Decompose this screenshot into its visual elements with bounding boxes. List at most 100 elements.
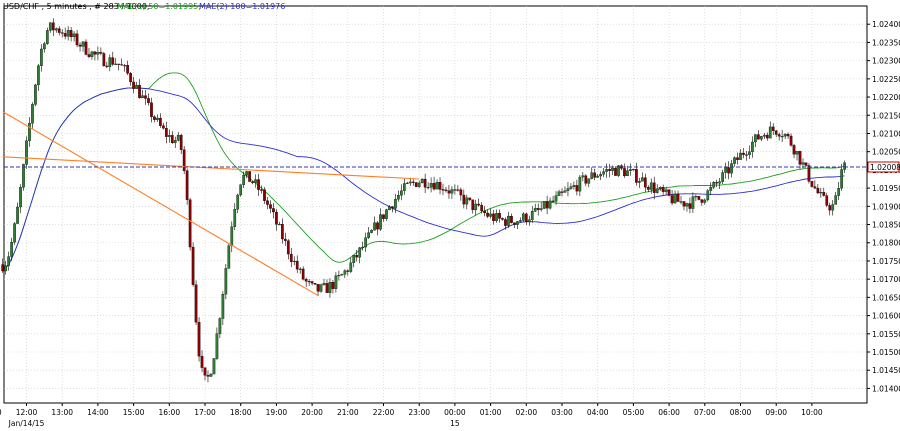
candle-body (572, 185, 576, 187)
candle-body (745, 154, 748, 156)
candle-body (376, 222, 379, 230)
candle-body (69, 30, 73, 38)
candle-body (676, 193, 680, 202)
candle-body (43, 43, 46, 50)
candle-body (435, 182, 439, 190)
candle-body (527, 219, 531, 223)
candle-body (278, 224, 281, 226)
y-tick-label: 1.01450 (872, 366, 900, 375)
candle-body (364, 237, 368, 248)
candle-body (200, 356, 204, 368)
candle-body (84, 41, 88, 55)
candle-body (801, 162, 805, 165)
candle-body (159, 117, 162, 126)
candle-body (736, 157, 739, 160)
candle-body (263, 189, 266, 201)
candle-body (706, 190, 710, 201)
candle-body (379, 214, 382, 230)
candle-body (114, 63, 118, 65)
candle-body (307, 281, 311, 283)
y-tick-label: 1.01700 (872, 275, 900, 284)
candle-body (471, 199, 475, 211)
candle-body (813, 186, 817, 189)
candle-body (691, 196, 695, 209)
candle-body (161, 125, 165, 129)
candle-body (343, 270, 347, 275)
candle-body (233, 209, 237, 227)
candle-body (81, 41, 85, 47)
candle-body (156, 117, 159, 120)
candle-body (536, 208, 540, 210)
candle-body (557, 191, 561, 196)
chart-header: USD/CHF , 5 minutes , # 283 / 1000, MAE(… (3, 2, 285, 11)
candle-body (310, 281, 314, 284)
candle-body (724, 167, 727, 173)
candle-body (754, 134, 757, 143)
candle-body (697, 196, 701, 200)
candle-body (789, 135, 793, 146)
candle-body (245, 171, 248, 176)
candle-body (408, 181, 412, 184)
candle-body (313, 283, 317, 285)
x-date-label: Jan/14/15 (8, 419, 45, 428)
candle-body (45, 30, 49, 44)
candle-body (352, 255, 356, 263)
candle-body (774, 130, 778, 135)
candle-body (197, 322, 201, 357)
candle-body (658, 187, 662, 189)
candle-body (176, 134, 180, 141)
candle-body (465, 197, 469, 205)
candle-body (164, 128, 168, 137)
candle-body (212, 358, 216, 375)
candle-body (266, 200, 269, 205)
candle-body (581, 175, 585, 178)
candle-body (635, 169, 638, 183)
y-tick-label: 1.01750 (872, 257, 900, 266)
y-tick-label: 1.02300 (872, 57, 900, 66)
candle-body (1, 264, 5, 272)
x-tick-label: 11:00 (0, 408, 2, 417)
candle-body (551, 200, 555, 202)
candle-body (533, 208, 537, 212)
candle-body (816, 187, 820, 194)
y-tick-label: 1.02050 (872, 148, 900, 157)
candle-body (661, 187, 665, 192)
candle-body (87, 54, 91, 57)
candle-body (34, 84, 37, 105)
candle-body (566, 188, 570, 191)
candle-body (513, 222, 516, 225)
price-chart[interactable]: 1.02400 1.02350 1.02300 1.02250 1.02200 1.021… (0, 0, 900, 431)
candle-body (792, 145, 796, 155)
candle-body (60, 32, 64, 34)
candle-body (251, 181, 254, 183)
candle-body (560, 191, 564, 193)
candle-body (31, 104, 34, 124)
candle-body (652, 182, 656, 193)
candle-body (727, 167, 730, 174)
candle-body (483, 210, 487, 214)
candle-body (298, 268, 302, 270)
candle-body (721, 172, 725, 182)
candle-body (221, 294, 225, 319)
candle-body (664, 189, 668, 192)
candle-body (632, 169, 635, 171)
candle-body (765, 134, 769, 139)
candle-body (751, 141, 754, 152)
candle-body (563, 190, 567, 193)
candle-body (414, 182, 418, 187)
candle-body (417, 182, 421, 187)
candle-body (638, 181, 641, 183)
candle-body (301, 268, 305, 280)
candle-body (239, 184, 243, 196)
x-tick-label: 17:00 (194, 408, 216, 417)
candle-body (783, 134, 787, 137)
candle-body (272, 208, 275, 213)
candle-body (587, 178, 591, 184)
candle-body (599, 174, 603, 177)
candle-body (643, 177, 647, 188)
candle-body (590, 172, 594, 179)
x-tick-label: 02:00 (515, 408, 537, 417)
candle-body (185, 170, 189, 200)
candle-body (37, 65, 40, 86)
candle-body (759, 136, 763, 140)
